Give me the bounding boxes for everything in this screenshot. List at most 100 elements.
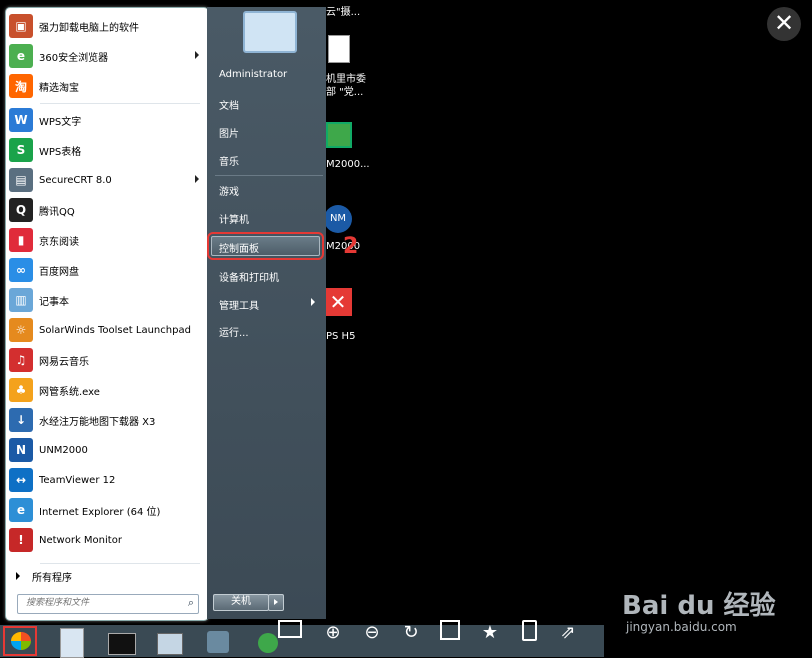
program-icon: ▥ (9, 288, 33, 312)
cmd-icon[interactable] (108, 633, 136, 655)
program-item[interactable]: ▥ 记事本 (9, 286, 205, 314)
program-item[interactable]: ↓ 水经注万能地图下载器 X3 (9, 406, 205, 434)
chevron-right-icon (311, 298, 315, 306)
program-label: TeamViewer 12 (39, 474, 116, 486)
program-label: WPS表格 (39, 146, 82, 158)
start-menu-places: Administrator 文档 图片 音乐 游戏 计算机 控制面板 设备和打印… (207, 7, 326, 619)
program-icon: ▤ (9, 168, 33, 192)
program-label: 360安全浏览器 (39, 52, 109, 64)
program-item[interactable]: S WPS表格 (9, 136, 205, 164)
program-item[interactable]: ▮ 京东阅读 (9, 226, 205, 254)
program-item[interactable]: e Internet Explorer (64 位) (9, 496, 205, 524)
save-icon[interactable] (437, 620, 463, 646)
program-label: Network Monitor (39, 534, 122, 546)
program-item[interactable]: ☼ SolarWinds Toolset Launchpad (9, 316, 205, 344)
program-icon: ! (9, 528, 33, 552)
all-programs-label: 所有程序 (32, 572, 72, 584)
program-label: SolarWinds Toolset Launchpad (39, 324, 191, 336)
desktop-text-top: 云"摄... (326, 7, 361, 18)
annotation-number: 2 (343, 234, 359, 259)
taskbar-window-icon[interactable] (157, 633, 183, 655)
program-label: 京东阅读 (39, 236, 79, 248)
fit-screen-icon[interactable] (277, 620, 303, 646)
document-icon[interactable] (328, 35, 350, 63)
program-label: WPS文字 (39, 116, 82, 128)
bookmark-icon[interactable]: ★ (477, 620, 503, 646)
program-icon: e (9, 498, 33, 522)
rotate-icon[interactable]: ↻ (398, 620, 424, 646)
program-icon: ♫ (9, 348, 33, 372)
program-item[interactable]: Q 腾讯QQ (9, 196, 205, 224)
wps-h5-icon[interactable]: ✕ (324, 288, 352, 316)
baidu-jingyan-watermark: Bai du 经验 (622, 591, 776, 621)
share-icon[interactable]: ⇗ (555, 620, 581, 646)
menu-run[interactable]: 运行... (219, 324, 249, 339)
menu-music[interactable]: 音乐 (219, 153, 239, 168)
program-icon: ♣ (9, 378, 33, 402)
start-menu-programs: ▣ 强力卸载电脑上的软件 e 360安全浏览器淘精选淘宝 W WPS文字 S WPS表格 ▤ Se… (5, 7, 209, 621)
program-icon: Q (9, 198, 33, 222)
watermark-url: jingyan.baidu.com (626, 620, 737, 634)
program-item[interactable]: ▣ 强力卸载电脑上的软件 (9, 12, 205, 40)
menu-devices-printers[interactable]: 设备和打印机 (219, 269, 279, 284)
program-item[interactable]: ♫ 网易云音乐 (9, 346, 205, 374)
close-icon[interactable]: ✕ (767, 7, 801, 41)
program-item[interactable]: ∞ 百度网盘 (9, 256, 205, 284)
program-icon: 淘 (9, 74, 33, 98)
program-icon: ↓ (9, 408, 33, 432)
program-label: 记事本 (39, 296, 69, 308)
menu-admin-tools[interactable]: 管理工具 (219, 297, 259, 312)
program-label: UNM2000 (39, 444, 88, 456)
program-label: 水经注万能地图下载器 X3 (39, 416, 156, 428)
program-item[interactable]: W WPS文字 (9, 106, 205, 134)
taskbar-app-icon[interactable] (60, 628, 84, 658)
program-item[interactable]: ↔ TeamViewer 12 (9, 466, 205, 494)
shutdown-options-button[interactable] (268, 594, 284, 611)
shutdown-button[interactable]: 关机 (213, 594, 269, 611)
menu-computer[interactable]: 计算机 (219, 211, 249, 226)
arrow-right-icon (16, 572, 20, 580)
program-icon: ∞ (9, 258, 33, 282)
program-label: 腾讯QQ (39, 206, 75, 218)
zoom-in-icon[interactable]: ⊕ (320, 620, 346, 646)
program-icon: ▮ (9, 228, 33, 252)
program-icon: ↔ (9, 468, 33, 492)
search-icon[interactable]: ⌕ (188, 596, 194, 610)
menu-documents[interactable]: 文档 (219, 97, 239, 112)
unm-icon[interactable]: NM (324, 205, 352, 233)
network-icon[interactable] (326, 122, 352, 148)
search-input[interactable] (24, 597, 178, 609)
start-button[interactable] (3, 626, 37, 656)
control-panel-label: 控制面板 (219, 244, 259, 255)
program-item[interactable]: ! Network Monitor (9, 526, 205, 554)
program-item[interactable]: ♣ 网管系统.exe (9, 376, 205, 404)
menu-games[interactable]: 游戏 (219, 183, 239, 198)
chevron-right-icon (195, 51, 199, 59)
chevron-right-icon (274, 599, 278, 605)
program-item[interactable]: e 360安全浏览器 (9, 42, 205, 70)
program-label: 精选淘宝 (39, 82, 79, 94)
user-name[interactable]: Administrator (219, 69, 287, 80)
chevron-right-icon (195, 175, 199, 183)
program-item[interactable]: 淘精选淘宝 (9, 72, 205, 100)
user-picture (243, 11, 297, 53)
zoom-out-icon[interactable]: ⊖ (359, 620, 385, 646)
program-item[interactable]: N UNM2000 (9, 436, 205, 464)
desktop-icon-label: M2000... (326, 159, 370, 170)
java-icon[interactable] (207, 631, 229, 653)
menu-control-panel[interactable]: 控制面板 (207, 232, 324, 260)
desktop-icon-label: 机里市委部 "党... (326, 74, 366, 98)
program-label: 网易云音乐 (39, 356, 89, 368)
search-box[interactable]: ⌕ (17, 594, 199, 614)
program-icon: W (9, 108, 33, 132)
program-label: 网管系统.exe (39, 386, 100, 398)
program-label: Internet Explorer (64 位) (39, 506, 161, 518)
program-icon: N (9, 438, 33, 462)
program-label: SecureCRT 8.0 (39, 174, 112, 186)
menu-pictures[interactable]: 图片 (219, 125, 239, 140)
program-icon: ▣ (9, 14, 33, 38)
all-programs[interactable]: 所有程序 (12, 566, 202, 586)
browser-icon[interactable] (258, 633, 278, 653)
program-item[interactable]: ▤ SecureCRT 8.0 (9, 166, 205, 194)
mobile-icon[interactable] (516, 620, 542, 646)
